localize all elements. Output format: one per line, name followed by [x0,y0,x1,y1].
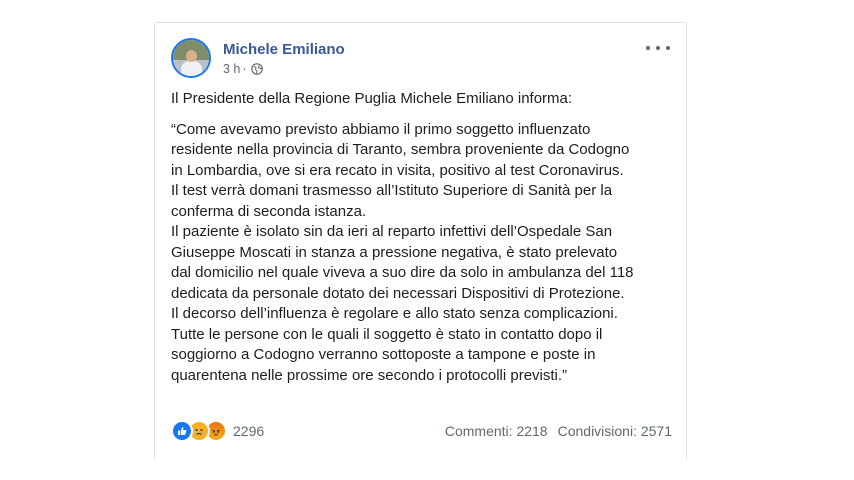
comments-count[interactable]: Commenti: 2218 [445,423,548,439]
post-line: Il test verrà domani trasmesso all’Istit… [171,182,613,199]
like-icon[interactable] [171,420,193,442]
more-options-icon[interactable] [646,40,670,56]
post-line: “Come avevamo previsto abbiamo il primo … [171,120,591,138]
post-line: Giuseppe Moscati in stanza a pressione n… [171,243,618,261]
post-line: quarentena nelle prossime ore secondo i … [171,366,568,384]
post-text: Il Presidente della Regione Puglia Miche… [171,89,681,386]
post-time[interactable]: 3 h [223,62,240,76]
post-line: Il decorso dell’influenza è regolare e a… [171,305,618,322]
shares-count[interactable]: Condivisioni: 2571 [558,423,672,439]
post-line: conferma di seconda istanza. [171,202,367,220]
post-line: dal domicilio nel quale viveva a suo dir… [171,264,634,281]
post-line: residente nella provincia di Taranto, se… [171,141,630,158]
reactions-summary[interactable]: 2296 [171,420,264,442]
post-line: in Lombardia, ove si era recato in visit… [171,161,624,179]
post-line: soggiorno a Codogno verranno sottoposte … [171,346,596,363]
facebook-post-card: Michele Emiliano 3 h · Il Presidente del… [154,22,687,459]
reaction-count[interactable]: 2296 [233,423,264,439]
post-intro: Il Presidente della Regione Puglia Miche… [171,90,573,107]
post-line: dedicata da personale dotato dei necessa… [171,284,625,302]
author-name[interactable]: Michele Emiliano [223,41,345,58]
post-line: Il paziente è isolato sin da ieri al rep… [171,223,613,240]
post-footer: 2296 Commenti: 2218 Condivisioni: 2571 [171,419,672,443]
post-stats: Commenti: 2218 Condivisioni: 2571 [445,423,672,439]
meta-separator: · [242,62,247,76]
globe-icon[interactable] [250,63,263,75]
post-line: Tutte le persone con le quali il soggett… [171,325,603,343]
post-meta: 3 h · [223,62,263,76]
avatar[interactable] [171,38,211,78]
post-header: Michele Emiliano 3 h · [171,38,670,82]
